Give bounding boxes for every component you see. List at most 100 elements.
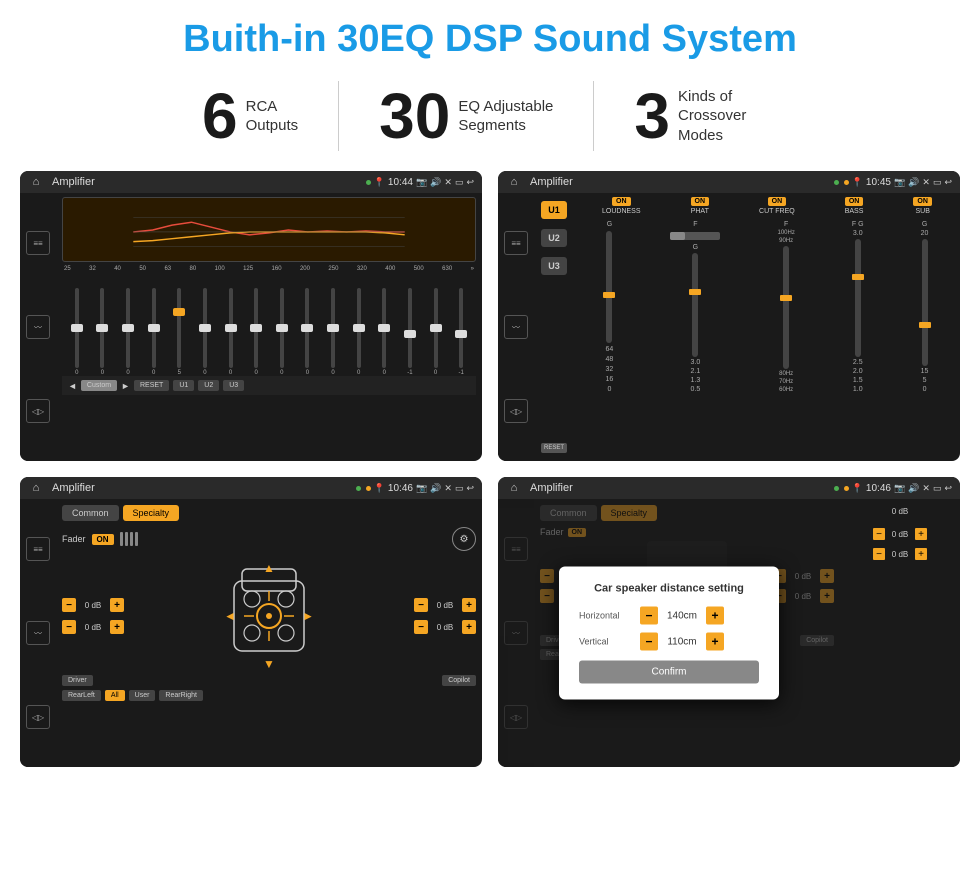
dist-confirm-btn[interactable]: Confirm [579, 661, 759, 684]
fd-btn-all[interactable]: All [105, 690, 125, 701]
dist-horizontal-row: Horizontal − 140cm + [579, 607, 759, 625]
cr-name-loudness: LOUDNESS [602, 208, 641, 215]
fd-btn-copilot[interactable]: Copilot [442, 675, 476, 686]
eq-play-btn[interactable]: ► [121, 381, 130, 391]
fd-tab-common[interactable]: Common [62, 505, 119, 521]
fd-right-arrow[interactable]: ► [302, 609, 314, 623]
stat-crossover-label: Kinds ofCrossover Modes [678, 87, 778, 146]
fd-val-fr: 0 dB [431, 601, 459, 610]
fd-minus-fr[interactable]: − [414, 598, 428, 612]
fd-icon-1[interactable]: ≡≡ [26, 537, 50, 561]
cr-u2-btn[interactable]: U2 [541, 229, 567, 247]
cr-slider-cutfreq: F 100Hz 90Hz 80Hz 70Hz 60Hz [777, 221, 794, 393]
dist-db-plus-1[interactable]: + [915, 528, 927, 540]
dist-horizontal-plus[interactable]: + [706, 607, 724, 625]
fd-icon-2[interactable]: 〰 [26, 621, 50, 645]
cam-icon-2: 📷 [894, 177, 905, 188]
dist-vertical-plus[interactable]: + [706, 633, 724, 651]
pin-icon-1: 📍 [374, 177, 385, 188]
dist-db-minus-2[interactable]: − [873, 548, 885, 560]
fd-settings-icon[interactable]: ⚙ [452, 527, 476, 551]
dist-horizontal-value: 140cm [662, 610, 702, 621]
dist-horizontal-minus[interactable]: − [640, 607, 658, 625]
back-icon-2: ↩ [944, 177, 952, 188]
fd-btn-rearright[interactable]: RearRight [159, 690, 203, 701]
cr-u3-btn[interactable]: U3 [541, 257, 567, 275]
dist-vertical-minus[interactable]: − [640, 633, 658, 651]
fd-db-rr: − 0 dB + [414, 620, 476, 634]
screen3-title: Amplifier [52, 482, 352, 494]
dist-icon-3: ◁▷ [504, 705, 528, 729]
eq-custom-btn[interactable]: Custom [81, 380, 117, 391]
stat-eq-number: 30 [379, 84, 450, 148]
fd-minus-rr[interactable]: − [414, 620, 428, 634]
home-icon-4[interactable]: ⌂ [506, 480, 522, 496]
eq-u2-btn[interactable]: U2 [198, 380, 219, 391]
fd-left-arrow[interactable]: ◄ [224, 609, 236, 623]
cr-on-phat[interactable]: ON [691, 197, 710, 206]
status-icons-4: 📍 10:46 📷 🔊 ✕ ▭ ↩ [834, 483, 952, 494]
fd-fader-label: Fader [62, 534, 86, 544]
cr-headers: ON LOUDNESS ON PHAT ON CUT FREQ ON BASS [578, 197, 956, 215]
fd-btn-driver[interactable]: Driver [62, 675, 93, 686]
dist-db-plus-2[interactable]: + [915, 548, 927, 560]
fd-minus-fl[interactable]: − [62, 598, 76, 612]
status-bar-2: ⌂ Amplifier 📍 10:45 📷 🔊 ✕ ▭ ↩ [498, 171, 960, 193]
cr-on-sub[interactable]: ON [913, 197, 932, 206]
fd-plus-fr[interactable]: + [462, 598, 476, 612]
fd-minus-rl[interactable]: − [62, 620, 76, 634]
eq-content: ≡≡ 〰 ◁▷ [20, 193, 482, 461]
time-3: 10:46 [388, 483, 413, 494]
screen-distance: ⌂ Amplifier 📍 10:46 📷 🔊 ✕ ▭ ↩ ≡≡ [498, 477, 960, 767]
eq-sliders: 0 0 0 0 5 0 0 0 0 0 0 0 0 -1 0 -1 [62, 276, 476, 376]
fd-btn-rearleft[interactable]: RearLeft [62, 690, 101, 701]
cr-eq-icon-2[interactable]: 〰 [504, 315, 528, 339]
cr-slider-phat: F G 3.0 2.1 1.3 0.5 [670, 221, 720, 393]
cr-name-cutfreq: CUT FREQ [759, 208, 795, 215]
fd-icon-3[interactable]: ◁▷ [26, 705, 50, 729]
fd-plus-rr[interactable]: + [462, 620, 476, 634]
eq-reset-btn[interactable]: RESET [134, 380, 169, 391]
fd-on-btn[interactable]: ON [92, 534, 114, 545]
fd-plus-rl[interactable]: + [110, 620, 124, 634]
eq-u3-btn[interactable]: U3 [223, 380, 244, 391]
eq-icon-1[interactable]: ≡≡ [26, 231, 50, 255]
fd-down-arrow[interactable]: ▼ [263, 657, 275, 671]
eq-bottom-bar: ◄ Custom ► RESET U1 U2 U3 [62, 376, 476, 395]
fd-tab-specialty[interactable]: Specialty [123, 505, 180, 521]
rect-icon-1: ▭ [455, 177, 464, 188]
dist-rp-label: 0 dB [892, 507, 908, 516]
fd-up-arrow[interactable]: ▲ [263, 561, 275, 575]
dist-db-minus-1[interactable]: − [873, 528, 885, 540]
cr-eq-icon-3[interactable]: ◁▷ [504, 399, 528, 423]
cr-on-bass[interactable]: ON [845, 197, 864, 206]
eq-u1-btn[interactable]: U1 [173, 380, 194, 391]
rect-icon-4: ▭ [933, 483, 942, 494]
home-icon-3[interactable]: ⌂ [28, 480, 44, 496]
cr-eq-icon-1[interactable]: ≡≡ [504, 231, 528, 255]
dist-db-row-1: − 0 dB + [873, 528, 927, 540]
cr-on-loudness[interactable]: ON [612, 197, 631, 206]
dist-icon-2: 〰 [504, 621, 528, 645]
dist-right-panel: 0 dB − 0 dB + − 0 dB + [840, 499, 960, 767]
home-icon-1[interactable]: ⌂ [28, 174, 44, 190]
cr-name-bass: BASS [845, 208, 864, 215]
cr-u1-btn[interactable]: U1 [541, 201, 567, 219]
cam-icon-3: 📷 [416, 483, 427, 494]
cr-ch-phat: ON PHAT [691, 197, 710, 215]
fd-plus-fl[interactable]: + [110, 598, 124, 612]
eq-icon-2[interactable]: 〰 [26, 315, 50, 339]
cr-reset-btn[interactable]: RESET [541, 443, 567, 453]
fd-val-fl: 0 dB [79, 601, 107, 610]
home-icon-2[interactable]: ⌂ [506, 174, 522, 190]
fd-btn-user[interactable]: User [129, 690, 156, 701]
eq-icon-3[interactable]: ◁▷ [26, 399, 50, 423]
cr-ch-cutfreq: ON CUT FREQ [759, 197, 795, 215]
status-icons-1: 📍 10:44 📷 🔊 ✕ ▭ ↩ [366, 177, 474, 188]
dist-vertical-label: Vertical [579, 637, 634, 647]
stat-rca: 6 RCAOutputs [162, 84, 338, 148]
eq-prev-btn[interactable]: ◄ [68, 381, 77, 391]
cr-eq-sidebar: ≡≡ 〰 ◁▷ [498, 193, 534, 461]
dist-vertical-value: 110cm [662, 636, 702, 647]
cr-on-cutfreq[interactable]: ON [768, 197, 787, 206]
